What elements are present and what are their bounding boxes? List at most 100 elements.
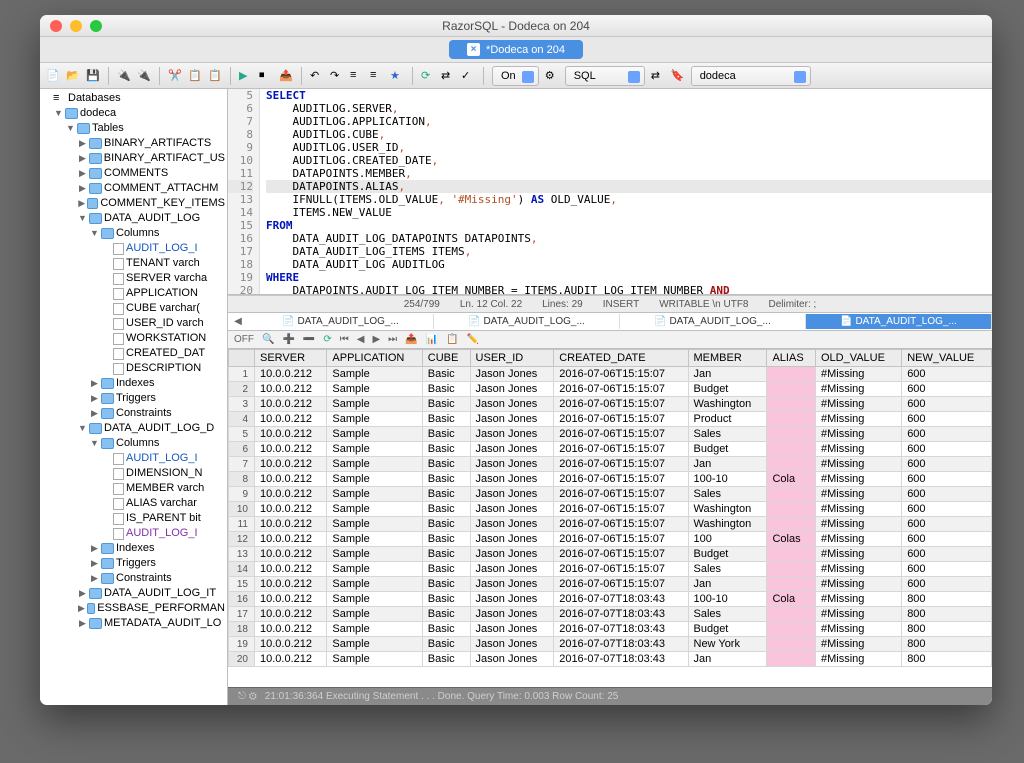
tree-columns[interactable]: ▼Columns <box>40 436 227 451</box>
col-OLD_VALUE[interactable]: OLD_VALUE <box>815 350 901 367</box>
open-icon[interactable]: 📂 <box>66 69 80 83</box>
tree-table-data-audit-log-d[interactable]: ▼DATA_AUDIT_LOG_D <box>40 421 227 436</box>
table-row[interactable]: 1610.0.0.212SampleBasicJason Jones2016-0… <box>229 592 992 607</box>
table-row[interactable]: 1010.0.0.212SampleBasicJason Jones2016-0… <box>229 502 992 517</box>
tree-col[interactable]: SERVER varcha <box>40 271 227 286</box>
export-results-icon[interactable]: 📤 <box>405 334 417 345</box>
table-row[interactable]: 810.0.0.212SampleBasicJason Jones2016-07… <box>229 472 992 487</box>
next-page-icon[interactable]: ▶ <box>372 334 380 345</box>
tree-col[interactable]: AUDIT_LOG_I <box>40 451 227 466</box>
col-CREATED_DATE[interactable]: CREATED_DATE <box>554 350 688 367</box>
result-tab-2[interactable]: 📄 DATA_AUDIT_LOG_... <box>434 314 620 329</box>
stop-icon[interactable]: ⏹ <box>259 69 273 83</box>
tree-table-COMMENT_KEY_ITEMS[interactable]: ▶COMMENT_KEY_ITEMS <box>40 196 227 211</box>
tree-indexes[interactable]: ▶Indexes <box>40 541 227 556</box>
tree-tables[interactable]: ▼Tables <box>40 121 227 136</box>
table-row[interactable]: 1210.0.0.212SampleBasicJason Jones2016-0… <box>229 532 992 547</box>
tree-table-ESSBASE_PERFORMAN[interactable]: ▶ESSBASE_PERFORMAN <box>40 601 227 616</box>
edit-mode-toggle[interactable]: OFF <box>234 334 254 345</box>
language-combo[interactable]: SQL <box>565 66 645 86</box>
table-row[interactable]: 410.0.0.212SampleBasicJason Jones2016-07… <box>229 412 992 427</box>
col-CUBE[interactable]: CUBE <box>422 350 470 367</box>
col-NEW_VALUE[interactable]: NEW_VALUE <box>902 350 992 367</box>
outdent-icon[interactable]: ≡ <box>370 69 384 83</box>
copy-results-icon[interactable]: 📋 <box>446 334 458 345</box>
col-MEMBER[interactable]: MEMBER <box>688 350 767 367</box>
tree-col[interactable]: AUDIT_LOG_I <box>40 241 227 256</box>
tree-databases[interactable]: ≡Databases <box>40 91 227 106</box>
tree-constraints[interactable]: ▶Constraints <box>40 406 227 421</box>
tree-col[interactable]: CUBE varchar( <box>40 301 227 316</box>
database-navigator[interactable]: ≡Databases ▼dodeca ▼Tables ▶BINARY_ARTIF… <box>40 89 228 705</box>
pencil-icon[interactable]: ✏️ <box>467 334 479 345</box>
col-USER_ID[interactable]: USER_ID <box>470 350 554 367</box>
commit-icon[interactable]: ⇄ <box>441 69 455 83</box>
tree-col[interactable]: TENANT varch <box>40 256 227 271</box>
table-row[interactable]: 310.0.0.212SampleBasicJason Jones2016-07… <box>229 397 992 412</box>
tree-triggers[interactable]: ▶Triggers <box>40 556 227 571</box>
favorite-icon[interactable]: ★ <box>390 69 404 83</box>
add-row-icon[interactable]: ➕ <box>282 334 294 345</box>
paste-icon[interactable]: 📋 <box>208 69 222 83</box>
tree-table-DATA_AUDIT_LOG_IT[interactable]: ▶DATA_AUDIT_LOG_IT <box>40 586 227 601</box>
tree-col[interactable]: WORKSTATION <box>40 331 227 346</box>
tree-db-dodeca[interactable]: ▼dodeca <box>40 106 227 121</box>
save-icon[interactable]: 💾 <box>86 69 100 83</box>
table-row[interactable]: 510.0.0.212SampleBasicJason Jones2016-07… <box>229 427 992 442</box>
first-page-icon[interactable]: ⏮ <box>340 334 349 345</box>
tree-indexes[interactable]: ▶Indexes <box>40 376 227 391</box>
tree-col[interactable]: DIMENSION_N <box>40 466 227 481</box>
sql-editor[interactable]: 567891011121314151617181920 SELECT AUDIT… <box>228 89 992 295</box>
tree-col[interactable]: USER_ID varch <box>40 316 227 331</box>
tree-columns[interactable]: ▼Columns <box>40 226 227 241</box>
tree-triggers[interactable]: ▶Triggers <box>40 391 227 406</box>
table-row[interactable]: 1710.0.0.212SampleBasicJason Jones2016-0… <box>229 607 992 622</box>
result-tab-4-active[interactable]: 📄 DATA_AUDIT_LOG_... <box>806 314 992 329</box>
table-row[interactable]: 1410.0.0.212SampleBasicJason Jones2016-0… <box>229 562 992 577</box>
tree-col[interactable]: IS_PARENT bit <box>40 511 227 526</box>
delete-row-icon[interactable]: ➖ <box>303 334 315 345</box>
tree-col[interactable]: AUDIT_LOG_I <box>40 526 227 541</box>
refresh-results-icon[interactable]: ⟳ <box>323 334 331 345</box>
tree-col[interactable]: ALIAS varchar <box>40 496 227 511</box>
schema-combo[interactable]: dodeca <box>691 66 811 86</box>
disconnect-icon[interactable]: 🔌 <box>137 69 151 83</box>
gear-icon[interactable]: ⚙ <box>545 69 559 83</box>
tree-table-BINARY_ARTIFACT_US[interactable]: ▶BINARY_ARTIFACT_US <box>40 151 227 166</box>
run-icon[interactable]: ▶ <box>239 69 253 83</box>
cut-icon[interactable]: ✂️ <box>168 69 182 83</box>
tree-table-COMMENTS[interactable]: ▶COMMENTS <box>40 166 227 181</box>
result-tab-3[interactable]: 📄 DATA_AUDIT_LOG_... <box>620 314 806 329</box>
table-row[interactable]: 710.0.0.212SampleBasicJason Jones2016-07… <box>229 457 992 472</box>
table-row[interactable]: 1810.0.0.212SampleBasicJason Jones2016-0… <box>229 622 992 637</box>
col-APPLICATION[interactable]: APPLICATION <box>327 350 422 367</box>
table-row[interactable]: 210.0.0.212SampleBasicJason Jones2016-07… <box>229 382 992 397</box>
tree-col[interactable]: CREATED_DAT <box>40 346 227 361</box>
connection-tab[interactable]: × *Dodeca on 204 <box>449 40 583 59</box>
table-row[interactable]: 110.0.0.212SampleBasicJason Jones2016-07… <box>229 367 992 382</box>
filter-icon[interactable]: 🔍 <box>262 334 274 345</box>
results-grid[interactable]: SERVERAPPLICATIONCUBEUSER_IDCREATED_DATE… <box>228 349 992 687</box>
autocommit-combo[interactable]: On <box>492 66 539 86</box>
tree-table-COMMENT_ATTACHM[interactable]: ▶COMMENT_ATTACHM <box>40 181 227 196</box>
tree-col[interactable]: APPLICATION <box>40 286 227 301</box>
tree-table-BINARY_ARTIFACTS[interactable]: ▶BINARY_ARTIFACTS <box>40 136 227 151</box>
table-row[interactable]: 2010.0.0.212SampleBasicJason Jones2016-0… <box>229 652 992 667</box>
refresh-icon[interactable]: ⟳ <box>421 69 435 83</box>
table-row[interactable]: 610.0.0.212SampleBasicJason Jones2016-07… <box>229 442 992 457</box>
result-tab-1[interactable]: 📄 DATA_AUDIT_LOG_... <box>248 314 434 329</box>
swap-icon[interactable]: ⇄ <box>651 69 665 83</box>
table-row[interactable]: 1910.0.0.212SampleBasicJason Jones2016-0… <box>229 637 992 652</box>
connect-icon[interactable]: 🔌 <box>117 69 131 83</box>
tree-col[interactable]: DESCRIPTION <box>40 361 227 376</box>
export-icon[interactable]: 📤 <box>279 69 293 83</box>
indent-icon[interactable]: ≡ <box>350 69 364 83</box>
col-ALIAS[interactable]: ALIAS <box>767 350 816 367</box>
table-row[interactable]: 1110.0.0.212SampleBasicJason Jones2016-0… <box>229 517 992 532</box>
tree-table-METADATA_AUDIT_LO[interactable]: ▶METADATA_AUDIT_LO <box>40 616 227 631</box>
tree-table-data-audit-log[interactable]: ▼DATA_AUDIT_LOG <box>40 211 227 226</box>
col-SERVER[interactable]: SERVER <box>255 350 327 367</box>
new-file-icon[interactable]: 📄 <box>46 69 60 83</box>
table-row[interactable]: 910.0.0.212SampleBasicJason Jones2016-07… <box>229 487 992 502</box>
tree-constraints[interactable]: ▶Constraints <box>40 571 227 586</box>
